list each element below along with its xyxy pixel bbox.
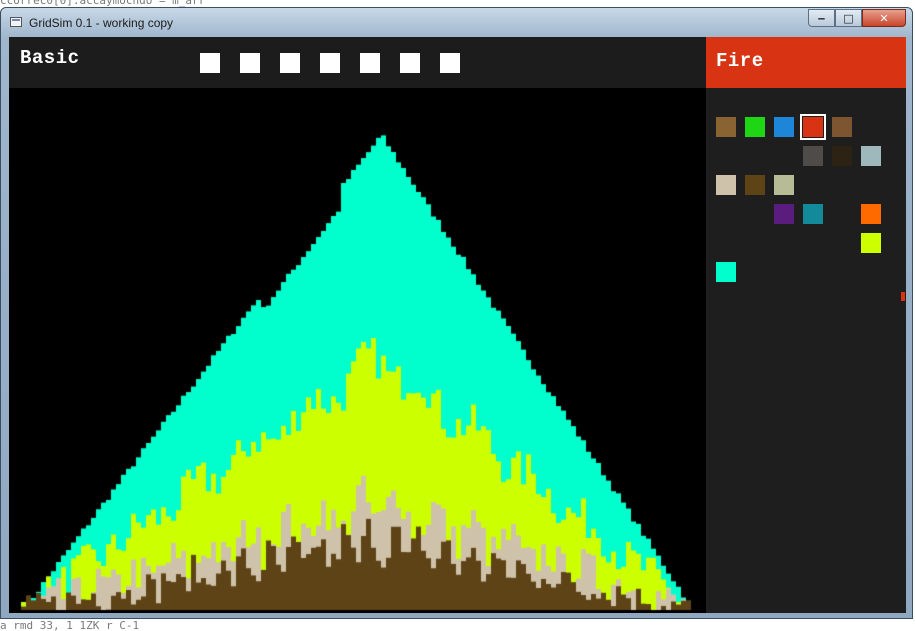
palette-swatch-15[interactable]	[861, 233, 881, 253]
simulation-canvas[interactable]	[9, 88, 706, 613]
palette-swatch-4[interactable]	[800, 114, 826, 140]
toolbar-slot-5[interactable]	[360, 53, 380, 73]
palette-swatch-3[interactable]	[774, 117, 794, 137]
app-client-area: Basic Fire	[9, 37, 906, 613]
toolbar-slot-2[interactable]	[240, 53, 260, 73]
palette-swatch-5[interactable]	[832, 117, 852, 137]
palette-swatch-12[interactable]	[774, 204, 794, 224]
palette-swatch-9[interactable]	[716, 175, 736, 195]
toolbar-slot-4[interactable]	[320, 53, 340, 73]
resize-marker-icon	[901, 292, 905, 301]
material-sidebar: Fire	[706, 37, 906, 613]
slot-row	[200, 53, 460, 73]
maximize-button[interactable]: □	[835, 9, 862, 27]
palette-swatch-8[interactable]	[861, 146, 881, 166]
palette-swatch-7[interactable]	[832, 146, 852, 166]
palette-swatch-6[interactable]	[803, 146, 823, 166]
close-button[interactable]: ✕	[862, 9, 906, 27]
window-title: GridSim 0.1 - working copy	[29, 16, 174, 30]
top-toolbar: Basic	[9, 37, 706, 88]
palette-swatch-16[interactable]	[716, 262, 736, 282]
toolbar-slot-1[interactable]	[200, 53, 220, 73]
toolbar-slot-6[interactable]	[400, 53, 420, 73]
palette-swatch-13[interactable]	[803, 204, 823, 224]
selected-material-header: Fire	[706, 37, 906, 88]
window-controls: ‒ □ ✕	[808, 9, 906, 27]
minimize-button[interactable]: ‒	[808, 9, 835, 27]
palette-swatch-10[interactable]	[745, 175, 765, 195]
toolbar-slot-7[interactable]	[440, 53, 460, 73]
title-bar[interactable]: GridSim 0.1 - working copy ‒ □ ✕	[1, 8, 912, 36]
palette-swatch-1[interactable]	[716, 117, 736, 137]
palette-swatch-2[interactable]	[745, 117, 765, 137]
app-icon	[10, 17, 22, 27]
background-code-bottom: a rmd 33, 1 1ZK r_C-1 _	[0, 619, 153, 631]
toolbar-slot-3[interactable]	[280, 53, 300, 73]
palette-swatch-11[interactable]	[774, 175, 794, 195]
selected-material-label: Fire	[716, 50, 764, 72]
palette-swatch-14[interactable]	[861, 204, 881, 224]
mode-label[interactable]: Basic	[20, 47, 80, 69]
app-window: GridSim 0.1 - working copy ‒ □ ✕ Basic F…	[0, 7, 913, 619]
